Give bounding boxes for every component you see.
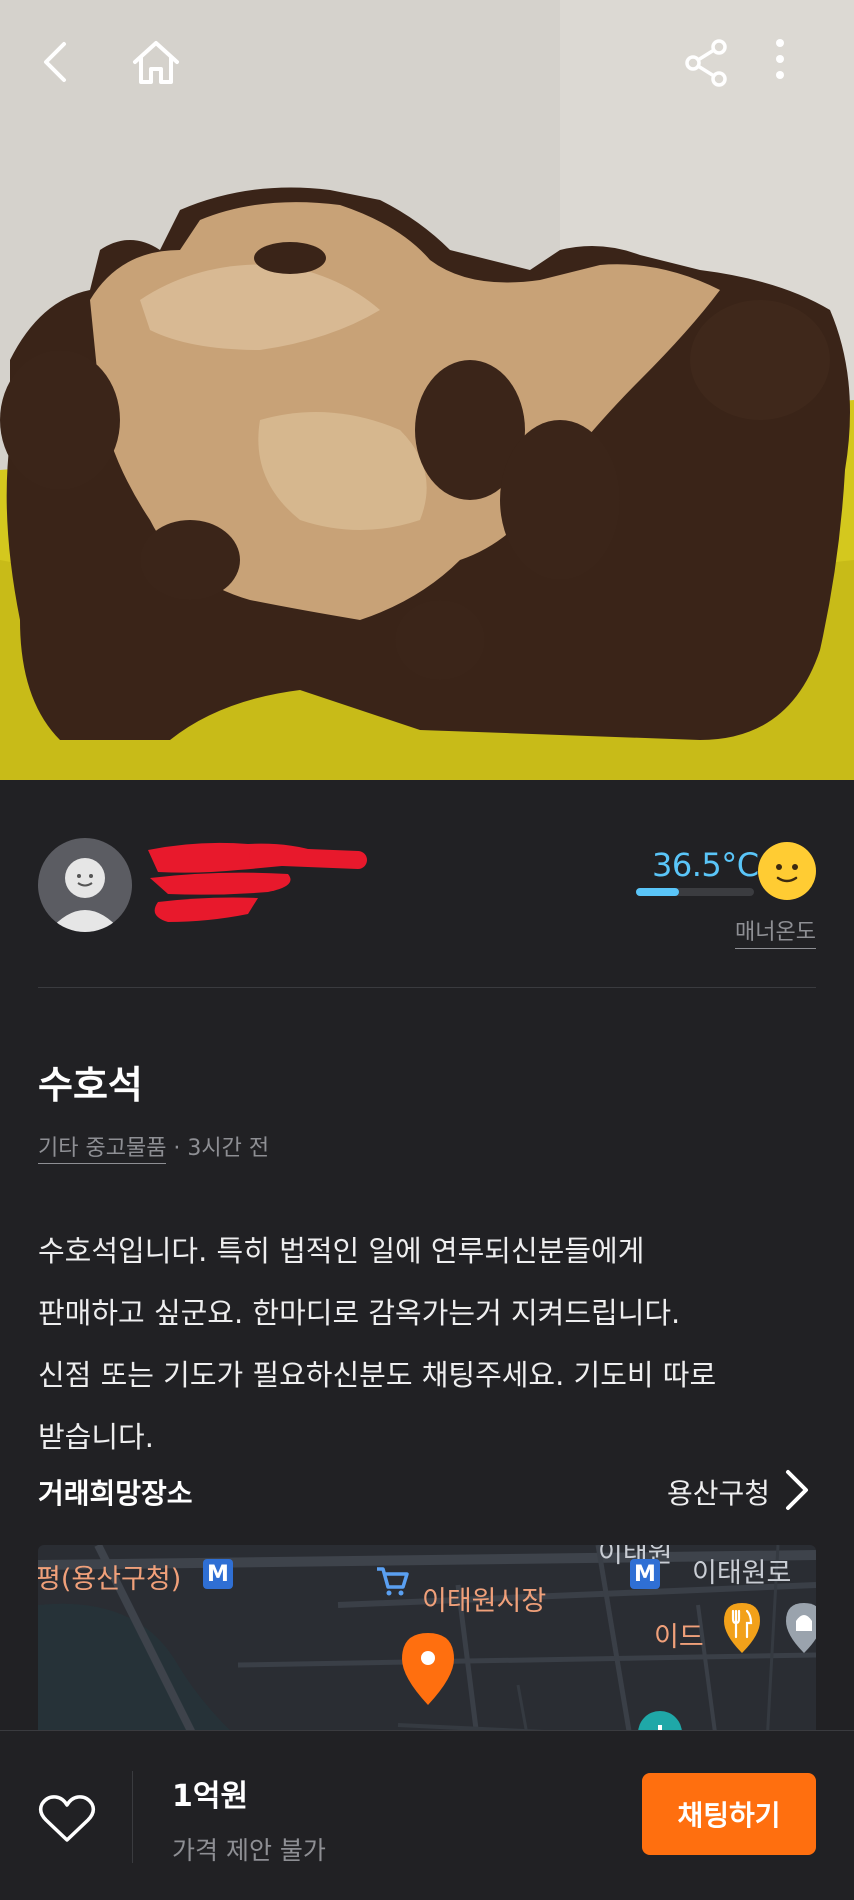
trade-place-row[interactable]: 거래희망장소 용산구청 [38,1466,816,1516]
post-category-link[interactable]: 기타 중고물품 [38,1136,167,1164]
manner-temperature[interactable]: 36.5°C 매너온도 [596,830,816,960]
description-line: 판매하고 싶군요. 한마디로 감옥가는거 지켜드립니다. [38,1296,681,1330]
product-photo[interactable] [0,0,854,780]
description-line: 받습니다. [38,1420,154,1454]
more-button[interactable] [774,38,834,98]
chevron-left-icon [44,42,66,82]
price: 1억원 [172,1779,249,1814]
price-offer-note: 가격 제안 불가 [172,1836,326,1865]
heart-icon[interactable] [38,1793,96,1845]
description-line: 수호석입니다. 특히 법적인 일에 연루되신분들에게 [38,1234,645,1268]
divider [132,1771,133,1863]
manner-temp-label[interactable]: 매너온도 [735,914,816,949]
trade-place-title: 거래희망장소 [38,1477,193,1510]
chat-button[interactable]: 채팅하기 [642,1773,816,1855]
default-avatar-icon [48,858,122,932]
map-label: 평(용산구청) [38,1564,182,1595]
share-button[interactable] [682,38,742,98]
redacted-nickname [148,842,367,922]
metro-station-icon[interactable]: M [630,1559,660,1589]
share-icon [685,39,727,87]
location-pin-icon[interactable] [398,1631,458,1707]
restaurant-pin-icon[interactable] [720,1601,764,1655]
shopping-cart-icon[interactable] [374,1563,410,1599]
metro-station-icon[interactable]: M [203,1559,233,1589]
home-icon [133,41,179,84]
landmark-pin-icon[interactable] [782,1601,816,1655]
smile-face-icon [758,842,816,900]
description-line: 신점 또는 기도가 필요하신분도 채팅주세요. 기도비 따로 [38,1358,717,1392]
map-label: 이드 [654,1622,704,1653]
manner-temp-bar-fill [636,888,680,896]
divider [38,987,816,988]
home-button[interactable] [130,38,190,98]
map-label: 이태원로 [692,1558,792,1589]
post-meta: 기타 중고물품 · 3시간 전 [38,1130,270,1164]
chevron-right-icon [786,1470,808,1510]
seller-section[interactable]: 36.5°C 매너온도 [38,820,816,988]
post-time: · 3시간 전 [166,1136,270,1161]
manner-temp-bar [636,888,754,896]
map-label: 이태원시장 [422,1586,547,1617]
post-description: 수호석입니다. 특히 법적인 일에 연루되신분들에게 판매하고 싶군요. 한마디… [38,1220,818,1468]
bottom-action-bar: 1억원 가격 제안 불가 채팅하기 [0,1730,854,1900]
more-vertical-icon [776,39,784,79]
back-button[interactable] [36,38,96,98]
seller-avatar[interactable] [38,838,132,932]
top-app-bar [0,0,854,140]
trade-place-name: 용산구청 [666,1477,770,1510]
post-title: 수호석 [38,1063,143,1107]
manner-temp-value: 36.5°C [652,846,759,884]
